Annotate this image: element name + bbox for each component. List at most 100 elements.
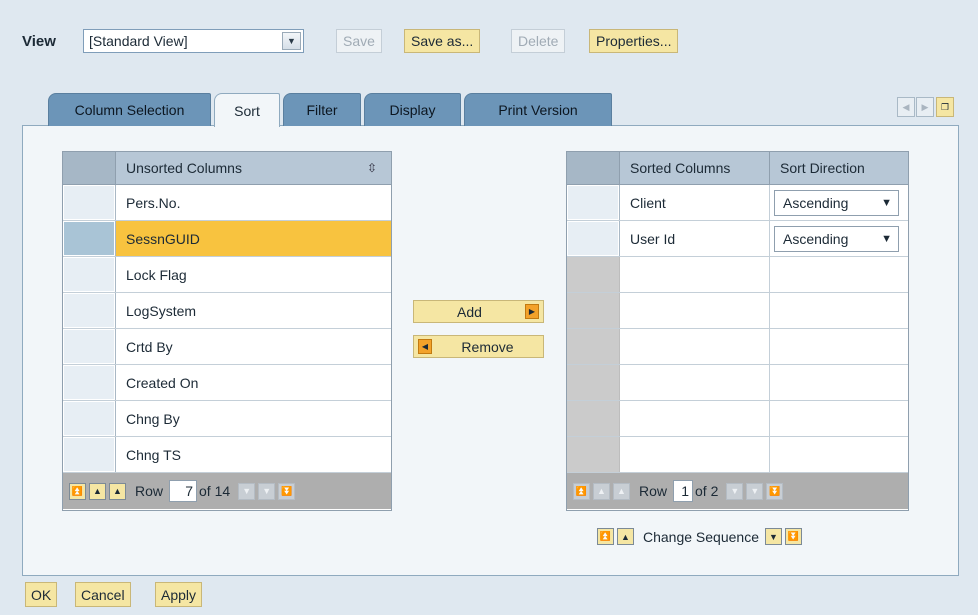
sorted-columns-table: Sorted Columns Sort Direction Client Asce… — [566, 151, 909, 511]
sort-direction-select[interactable]: Ascending ▼ — [774, 189, 899, 216]
view-select-value: [Standard View] — [89, 33, 188, 49]
row-selector — [567, 437, 620, 472]
properties-button[interactable]: Properties... — [589, 29, 679, 53]
row-selector — [567, 365, 620, 400]
move-up-icon[interactable]: ▲ — [617, 528, 634, 545]
table-row[interactable]: SessnGUID — [63, 221, 391, 257]
chevron-down-icon[interactable]: ▼ — [282, 32, 301, 50]
sort-direction-value: Ascending — [783, 230, 849, 247]
next-row-icon[interactable]: ▼ — [726, 482, 744, 500]
column-name-cell: Lock Flag — [126, 266, 187, 283]
sorted-column-cell — [620, 293, 770, 328]
sort-direction-select[interactable]: Ascending ▼ — [774, 225, 899, 252]
prev-row-icon[interactable]: ▲ — [109, 482, 126, 500]
view-label: View — [22, 33, 56, 50]
sorted-column-cell: User Id — [620, 221, 770, 256]
move-to-bottom-icon[interactable]: ⏬ — [785, 528, 802, 545]
table-row[interactable]: Chng By — [63, 401, 391, 437]
next-page-icon[interactable]: ▼ — [258, 482, 276, 500]
row-selector[interactable] — [63, 401, 116, 436]
sort-direction-cell — [770, 257, 908, 292]
row-selector[interactable] — [63, 257, 116, 292]
unsorted-header: Unsorted Columns ⇳ — [63, 152, 391, 185]
sort-toggle-icon[interactable]: ⇳ — [367, 161, 391, 175]
prev-row-icon[interactable]: ▲ — [613, 482, 630, 500]
table-row[interactable]: Pers.No. — [63, 185, 391, 221]
row-selector[interactable] — [567, 221, 620, 256]
chevron-down-icon[interactable]: ▼ — [881, 197, 898, 209]
row-selector[interactable] — [63, 221, 116, 256]
tab-column-selection[interactable]: Column Selection — [48, 93, 211, 126]
row-selector — [567, 401, 620, 436]
cancel-button[interactable]: Cancel — [75, 582, 131, 607]
sort-direction-cell: Ascending ▼ — [770, 221, 908, 256]
change-sequence-bar: ⏫ ▲ Change Sequence ▼ ⏬ — [597, 528, 805, 545]
table-row[interactable]: Created On — [63, 365, 391, 401]
next-page-icon[interactable]: ▼ — [746, 482, 764, 500]
tab-list-icon[interactable]: ❐ — [936, 97, 954, 117]
sort-direction-cell — [770, 365, 908, 400]
view-select[interactable]: [Standard View] ▼ — [83, 29, 304, 53]
row-input[interactable]: 1 — [673, 480, 694, 502]
prev-page-icon[interactable]: ▲ — [89, 482, 106, 500]
tab-print-version[interactable]: Print Version — [464, 93, 612, 126]
last-page-icon[interactable]: ⏬ — [278, 482, 296, 500]
move-to-top-icon[interactable]: ⏫ — [597, 528, 614, 545]
save-button[interactable]: Save — [336, 29, 382, 53]
prev-page-icon[interactable]: ▲ — [593, 482, 610, 500]
row-selector[interactable] — [567, 185, 620, 220]
empty-row — [567, 293, 908, 329]
table-row[interactable]: Client Ascending ▼ — [567, 185, 908, 221]
remove-label: Remove — [461, 338, 514, 355]
row-selector[interactable] — [63, 365, 116, 400]
first-page-icon[interactable]: ⏫ — [69, 482, 86, 500]
table-row[interactable]: Lock Flag — [63, 257, 391, 293]
row-selector[interactable] — [63, 293, 116, 328]
row-selector[interactable] — [63, 437, 116, 472]
table-row[interactable]: LogSystem — [63, 293, 391, 329]
row-selector — [567, 329, 620, 364]
unsorted-paging: ⏫ ▲ ▲ Row 7 of 14 ▼ ▼ ⏬ — [63, 473, 391, 509]
apply-button[interactable]: Apply — [155, 582, 203, 607]
remove-button[interactable]: ◀ Remove — [413, 335, 544, 358]
chevron-down-icon[interactable]: ▼ — [881, 233, 898, 245]
sorted-column-cell — [620, 257, 770, 292]
table-row[interactable]: User Id Ascending ▼ — [567, 221, 908, 257]
empty-row — [567, 329, 908, 365]
ok-button[interactable]: OK — [25, 582, 58, 607]
unsorted-columns-table: Unsorted Columns ⇳ Pers.No. SessnGUID Lock… — [62, 151, 392, 511]
sorted-paging: ⏫ ▲ ▲ Row 1 of 2 ▼ ▼ ⏬ — [567, 473, 908, 509]
unsorted-rows: Pers.No. SessnGUID Lock Flag LogSystem Crtd … — [63, 185, 391, 473]
select-all-cell[interactable] — [567, 152, 620, 184]
add-button[interactable]: Add ▶ — [413, 300, 544, 323]
sort-direction-cell: Ascending ▼ — [770, 185, 908, 220]
first-page-icon[interactable]: ⏫ — [573, 482, 590, 500]
tab-sort[interactable]: Sort — [214, 93, 280, 127]
table-row[interactable]: Crtd By — [63, 329, 391, 365]
tab-filter[interactable]: Filter — [283, 93, 361, 126]
last-page-icon[interactable]: ⏬ — [766, 482, 784, 500]
sorted-rows: Client Ascending ▼ User Id Ascending ▼ — [567, 185, 908, 473]
sorted-column-cell — [620, 437, 770, 472]
sorted-column-cell — [620, 401, 770, 436]
table-row[interactable]: Chng TS — [63, 437, 391, 473]
column-name-cell: SessnGUID — [116, 221, 391, 256]
sorted-columns-header: Sorted Columns — [620, 152, 770, 184]
move-down-icon[interactable]: ▼ — [765, 528, 782, 545]
sort-direction-value: Ascending — [783, 194, 849, 211]
empty-row — [567, 365, 908, 401]
row-input[interactable]: 7 — [169, 480, 198, 502]
delete-button[interactable]: Delete — [511, 29, 566, 53]
row-selector[interactable] — [63, 329, 116, 364]
save-as-button[interactable]: Save as... — [404, 29, 481, 53]
select-all-cell[interactable] — [63, 152, 116, 184]
tab-display[interactable]: Display — [364, 93, 461, 126]
sorted-column-cell — [620, 329, 770, 364]
tab-scroll-right-icon[interactable]: ▶ — [916, 97, 934, 117]
next-row-icon[interactable]: ▼ — [238, 482, 256, 500]
sorted-column-cell: Client — [620, 185, 770, 220]
column-name-cell: Crtd By — [126, 338, 173, 355]
row-selector[interactable] — [63, 185, 116, 220]
change-sequence-label: Change Sequence — [643, 528, 759, 545]
tab-scroll-left-icon[interactable]: ◀ — [897, 97, 915, 117]
